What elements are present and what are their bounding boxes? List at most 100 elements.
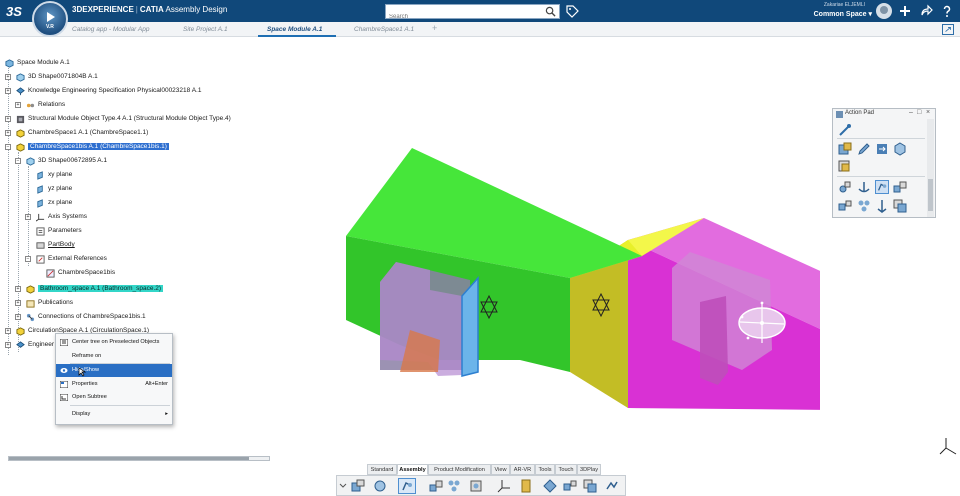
anchor-icon[interactable] <box>857 180 871 194</box>
expand-icon[interactable] <box>942 24 954 35</box>
part-icon[interactable] <box>893 142 907 156</box>
new-part-icon[interactable] <box>373 479 387 493</box>
tree-node[interactable]: xy plane <box>36 169 72 181</box>
clash-icon[interactable] <box>583 479 597 493</box>
tree-expander[interactable]: + <box>15 102 21 108</box>
search-box[interactable] <box>385 4 560 24</box>
tab-touch[interactable]: Touch <box>555 464 577 475</box>
tab-ar-vr[interactable]: AR-VR <box>510 464 535 475</box>
search-icon[interactable] <box>545 6 556 17</box>
fix-icon[interactable] <box>875 199 889 213</box>
tree-node[interactable]: zx plane <box>36 197 72 209</box>
view-icon[interactable] <box>469 479 483 493</box>
add-icon[interactable] <box>898 4 912 18</box>
tree-expander[interactable]: + <box>25 214 31 220</box>
tree-expander[interactable]: + <box>15 314 21 320</box>
chevron-down-icon[interactable] <box>339 479 347 493</box>
pattern-icon[interactable] <box>447 479 461 493</box>
tree-node[interactable]: ChambreSpace1bis <box>46 267 115 279</box>
compass-widget[interactable]: V.R <box>32 1 68 37</box>
measure-icon[interactable] <box>519 479 533 493</box>
share-icon[interactable] <box>919 4 933 18</box>
compass-axis-icon[interactable] <box>497 479 511 493</box>
tree-expander[interactable]: − <box>25 256 31 262</box>
pattern-icon[interactable] <box>857 199 871 213</box>
robot-icon[interactable] <box>875 180 889 194</box>
tree-expander[interactable]: + <box>5 88 11 94</box>
explode-icon[interactable] <box>838 199 852 213</box>
constraint-icon[interactable] <box>838 180 852 194</box>
selected-panel[interactable] <box>461 276 479 377</box>
action-pad-scrollbar[interactable] <box>927 119 934 217</box>
menu-item-hide-show[interactable]: Hide/Show <box>56 364 172 377</box>
tab-tools[interactable]: Tools <box>535 464 555 475</box>
scrollbar-thumb[interactable] <box>9 457 249 460</box>
tree-node[interactable]: Parameters <box>36 225 82 237</box>
edit-icon[interactable] <box>857 142 871 156</box>
simulation-icon[interactable] <box>605 479 619 493</box>
tree-node[interactable]: External References <box>36 253 107 265</box>
add-tab-icon[interactable]: + <box>432 23 437 33</box>
avatar[interactable] <box>876 3 892 19</box>
viewport-3d[interactable] <box>330 140 820 440</box>
tab-view[interactable]: View <box>491 464 510 475</box>
tab-product-modification[interactable]: Product Modification <box>428 464 491 475</box>
menu-item-open-subtree[interactable]: Open Subtree <box>56 391 172 404</box>
close-icon[interactable]: × <box>926 109 930 116</box>
collab-space-selector[interactable]: Common Space ▾ <box>814 10 872 18</box>
new-product-icon[interactable] <box>838 159 852 173</box>
tree-expander[interactable]: − <box>15 158 21 164</box>
tree-node[interactable]: Connections of ChambreSpace1bis.1 <box>26 311 146 323</box>
tag-icon[interactable] <box>565 4 579 18</box>
menu-item-display[interactable]: Display ▸ <box>56 408 172 421</box>
insert-product-icon[interactable] <box>351 479 365 493</box>
tab-site-project[interactable]: Site Project A.1 <box>183 24 228 36</box>
clash-icon[interactable] <box>893 199 907 213</box>
tree-expander[interactable]: + <box>15 286 21 292</box>
tree-expander[interactable]: + <box>5 328 11 334</box>
restore-icon[interactable]: □ <box>917 109 921 116</box>
tree-expander[interactable]: + <box>15 300 21 306</box>
tree-expander[interactable]: − <box>5 144 11 150</box>
tab-standard[interactable]: Standard <box>367 464 397 475</box>
menu-item-properties[interactable]: Properties Alt+Enter <box>56 378 172 391</box>
tree-node[interactable]: Axis Systems <box>36 211 87 223</box>
tree-node[interactable]: PartBody <box>36 239 75 251</box>
tree-node[interactable]: Engineer <box>16 339 54 351</box>
tree-node-highlighted[interactable]: Bathroom_space A.1 (Bathroom_space.2) <box>26 283 164 295</box>
tree-expander[interactable]: + <box>5 74 11 80</box>
tree-root[interactable]: Space Module A.1 <box>5 57 70 69</box>
tree-expander[interactable]: + <box>5 116 11 122</box>
minimize-icon[interactable]: – <box>909 109 913 116</box>
tree-node[interactable]: Relations <box>26 99 65 111</box>
tree-node-label: xy plane <box>48 171 73 178</box>
tree-node[interactable]: ChambreSpace1 A.1 (ChambreSpace1.1) <box>16 127 148 139</box>
replace-icon[interactable] <box>875 142 889 156</box>
help-icon[interactable] <box>940 4 954 18</box>
tab-assembly[interactable]: Assembly <box>397 464 428 475</box>
menu-item-center-tree[interactable]: Center tree on Preselected Objects <box>56 336 172 349</box>
tree-node[interactable]: Publications <box>26 297 73 309</box>
tree-scrollbar[interactable] <box>8 456 270 461</box>
engineering-connection-icon[interactable] <box>893 180 907 194</box>
explode-icon[interactable] <box>563 479 577 493</box>
tree-node[interactable]: Knowledge Engineering Specification Phys… <box>16 85 201 97</box>
tree-node[interactable]: 3D Shape00672895 A.1 <box>26 155 107 167</box>
tree-expander[interactable]: + <box>5 130 11 136</box>
tab-catalog-app[interactable]: Catalog app - Modular App <box>72 24 149 36</box>
tree-node-selected[interactable]: ChambreSpace1bis A.1 (ChambreSpace1bis.1… <box>16 141 169 153</box>
pipette-icon[interactable] <box>838 123 852 137</box>
robot-icon[interactable] <box>400 479 414 493</box>
parameters-icon <box>36 226 45 236</box>
tree-node[interactable]: yz plane <box>36 183 72 195</box>
insert-product-icon[interactable] <box>838 142 852 156</box>
tree-node[interactable]: Structural Module Object Type.4 A.1 (Str… <box>16 113 231 125</box>
tree-expander[interactable]: + <box>5 342 11 348</box>
tab-3dplay[interactable]: 3DPlay <box>577 464 601 475</box>
snap-icon[interactable] <box>543 479 557 493</box>
tab-chambre-space[interactable]: ChambreSpace1 A.1 <box>354 24 414 36</box>
tree-node[interactable]: 3D Shape0071804B A.1 <box>16 71 98 83</box>
engineering-connection-icon[interactable] <box>429 479 443 493</box>
product-icon <box>16 326 25 336</box>
menu-item-reframe-on[interactable]: Reframe on <box>56 350 172 363</box>
